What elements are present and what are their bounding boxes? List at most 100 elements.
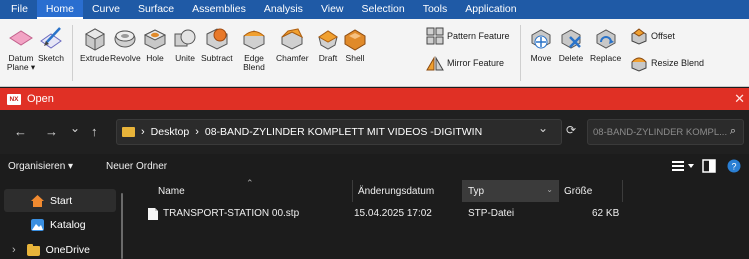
column-label: Größe [564,185,593,197]
unite-icon [174,29,196,47]
delete-button[interactable]: Delete [558,25,584,63]
path-dropdown-chevron-icon[interactable]: ⌄ [538,121,548,135]
shell-button[interactable]: Shell [342,25,368,63]
up-arrow-icon[interactable]: ↑ [91,124,98,139]
expand-chevron-icon[interactable]: › [12,244,16,256]
extrude-button[interactable]: Extrude [80,25,109,63]
sidebar-item-onedrive[interactable]: › OneDrive [0,238,118,259]
draft-button[interactable]: Draft [315,25,341,63]
sidebar-item-start[interactable]: Start [4,189,116,212]
replace-icon [596,29,616,49]
menu-analysis[interactable]: Analysis [255,0,312,19]
mirror-feature-icon [426,56,444,71]
mirror-feature-button[interactable]: Mirror Feature [426,54,504,72]
subtract-button[interactable]: Subtract [201,25,233,63]
hole-button[interactable]: Hole [142,25,168,63]
dialog-title: Open [27,93,54,105]
datum-plane-label: Datum Plane ▾ [6,53,36,72]
offset-icon [631,28,647,45]
menu-application[interactable]: Application [456,0,525,19]
ribbon-divider [520,25,521,81]
revolve-label: Revolve [110,53,141,63]
sketch-label: Sketch [38,53,64,63]
pattern-feature-button[interactable]: Pattern Feature [426,27,510,45]
sidebar-item-label: OneDrive [45,243,91,256]
menu-surface[interactable]: Surface [129,0,183,19]
chamfer-label: Chamfer [276,53,309,63]
folder-icon [26,243,40,256]
sidebar-item-label: Katalog [50,218,86,231]
revolve-button[interactable]: Revolve [110,25,141,63]
unite-button[interactable]: Unite [172,25,198,63]
organize-button[interactable]: Organisieren ▾ [8,161,73,172]
recent-locations-chevron-icon[interactable]: ⌄ [70,121,80,135]
ribbon-divider [72,25,73,81]
replace-label: Replace [590,53,622,63]
view-options-icon[interactable] [671,159,697,173]
replace-button[interactable]: Replace [590,25,621,63]
draft-label: Draft [318,53,338,63]
sidebar-item-katalog[interactable]: Katalog [0,213,118,236]
move-button[interactable]: Move [528,25,554,63]
file-type: STP-Datei [468,208,515,219]
menu-curve[interactable]: Curve [83,0,129,19]
shell-icon [344,29,366,51]
offset-label: Offset [651,31,675,41]
preview-pane-icon[interactable] [702,159,716,173]
refresh-icon[interactable]: ⟳ [566,123,576,137]
chamfer-icon [281,28,304,50]
column-filter-chevron-icon[interactable]: ⌄ [546,185,553,194]
column-header-size[interactable]: Größe [559,180,623,202]
menu-selection[interactable]: Selection [353,0,414,19]
pattern-feature-label: Pattern Feature [447,31,510,41]
delete-label: Delete [558,53,584,63]
chamfer-button[interactable]: Chamfer [276,25,309,63]
revolve-icon [114,30,136,48]
menu-assemblies[interactable]: Assemblies [183,0,255,19]
folder-icon [122,127,135,137]
edge-blend-button[interactable]: Edge Blend [239,25,269,72]
sketch-button[interactable]: Sketch [38,25,64,63]
breadcrumb-current-folder[interactable]: 08-BAND-ZYLINDER KOMPLETT MIT VIDEOS -DI… [205,126,482,138]
resize-blend-button[interactable]: Resize Blend [630,54,704,72]
edge-blend-label: Edge Blend [243,53,265,72]
column-label: Typ [468,185,485,197]
search-icon: ⌕ [729,125,736,137]
help-icon[interactable]: ? [727,159,741,173]
menu-tools[interactable]: Tools [414,0,457,19]
offset-button[interactable]: Offset [630,27,675,45]
ribbon-toolbar: Datum Plane ▾ Sketch Extrude Revolve Hol… [0,19,749,87]
datum-plane-button[interactable]: Datum Plane ▾ [6,25,36,72]
move-icon [531,29,551,49]
svg-text:?: ? [731,162,736,172]
breadcrumb-desktop[interactable]: Desktop [151,126,190,138]
shell-label: Shell [345,53,365,63]
draft-icon [318,30,338,50]
file-size: 62 KB [592,208,620,219]
hole-icon [143,29,167,50]
menu-file[interactable]: File [0,0,37,19]
unite-label: Unite [175,53,195,63]
forward-arrow-icon[interactable]: → [45,124,58,139]
open-dialog-titlebar: NX Open ✕ [0,88,749,110]
ribbon-menubar: File Home Curve Surface Assemblies Analy… [0,0,749,19]
menu-view[interactable]: View [312,0,353,19]
file-list: Name ⌃ Änderungsdatum Typ ⌄ Größe TRANSP… [124,178,749,259]
mirror-feature-label: Mirror Feature [447,58,505,68]
column-header-date[interactable]: Änderungsdatum [353,180,463,202]
path-breadcrumb[interactable]: › Desktop › 08-BAND-ZYLINDER KOMPLETT MI… [116,119,562,145]
pattern-feature-icon [426,27,444,45]
column-label: Name [158,185,185,197]
command-bar: Organisieren ▾ Neuer Ordner ? [0,154,749,180]
search-input[interactable]: 08-BAND-ZYLINDER KOMPL... ⌕ [587,119,744,145]
column-header-type[interactable]: Typ ⌄ [463,180,559,202]
resize-blend-label: Resize Blend [651,58,705,68]
datum-plane-icon [9,30,33,46]
sidebar-item-label: Start [50,194,73,207]
back-arrow-icon[interactable]: ← [14,124,27,139]
new-folder-button[interactable]: Neuer Ordner [106,161,167,172]
subtract-label: Subtract [201,53,233,63]
close-icon[interactable]: ✕ [734,91,745,107]
menu-home[interactable]: Home [36,0,83,19]
sidebar-scrollbar[interactable] [121,193,123,259]
